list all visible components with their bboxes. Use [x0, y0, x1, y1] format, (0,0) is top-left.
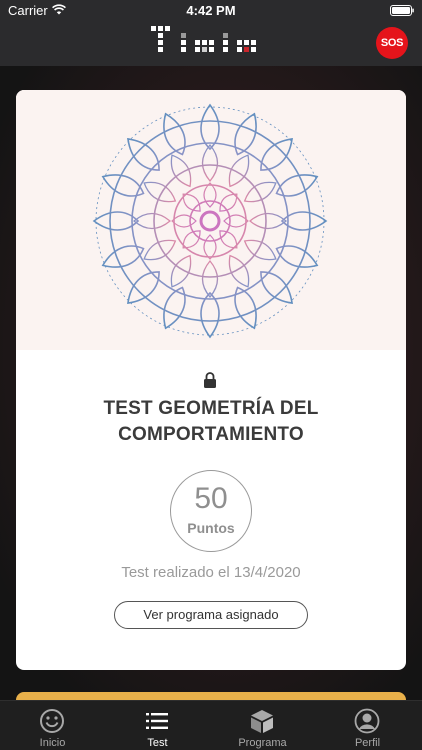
main-content: TEST GEOMETRÍA DEL COMPORTAMIENTO 50 Pun… [0, 66, 422, 700]
score-badge: 50 Puntos [170, 470, 252, 552]
tab-test[interactable]: Test [105, 701, 210, 750]
tab-label: Programa [238, 737, 287, 749]
test-title-line1: TEST GEOMETRÍA DEL [103, 398, 319, 419]
score-unit-label: Puntos [187, 520, 235, 536]
tab-label: Perfil [354, 737, 381, 749]
nav-bar: SOS [0, 22, 422, 66]
status-time: 4:42 PM [186, 3, 236, 18]
smiley-icon [40, 709, 64, 733]
score-value: 50 [194, 482, 228, 515]
next-card-peek[interactable] [16, 692, 406, 700]
view-assigned-program-button[interactable]: Ver programa asignado [114, 601, 308, 629]
test-title: TEST GEOMETRÍA DEL COMPORTAMIENTO [36, 396, 386, 448]
lock-icon [204, 372, 216, 388]
list-icon [146, 713, 168, 729]
timia-logo-icon [151, 26, 256, 52]
box-icon [251, 710, 273, 733]
sos-button[interactable]: SOS [376, 27, 408, 59]
tab-programa[interactable]: Programa [210, 701, 315, 750]
tab-inicio[interactable]: Inicio [0, 701, 105, 750]
test-title-line2: COMPORTAMIENTO [118, 424, 304, 445]
tab-label: Test [147, 737, 168, 749]
test-card: TEST GEOMETRÍA DEL COMPORTAMIENTO 50 Pun… [16, 90, 406, 670]
mandala-icon [92, 103, 328, 339]
battery-icon [390, 5, 414, 16]
tab-label: Inicio [39, 737, 66, 749]
user-icon [354, 708, 380, 734]
status-bar: Carrier 4:42 PM [0, 0, 422, 22]
tab-bar: Inicio Test Programa Perfil [0, 700, 422, 750]
test-date-text: Test realizado el 13/4/2020 [121, 564, 301, 581]
tab-perfil[interactable]: Perfil [315, 701, 420, 750]
test-card-image [16, 90, 406, 350]
